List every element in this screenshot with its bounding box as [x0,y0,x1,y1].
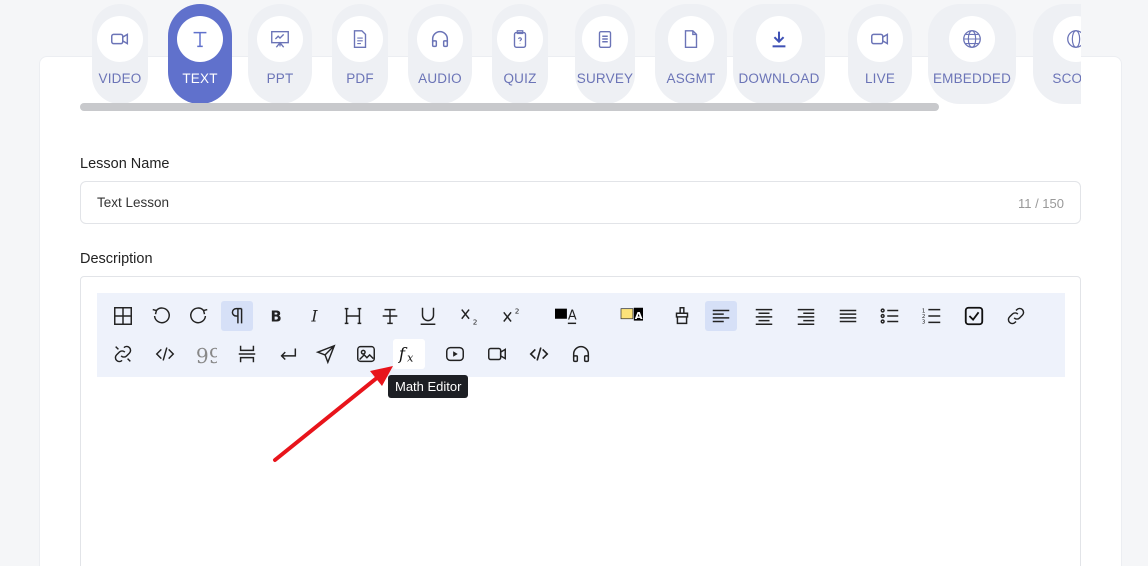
superscript-icon[interactable]: 2 [496,301,528,331]
lesson-type-label: QUIZ [503,71,537,86]
horizontal-scrollbar[interactable] [80,103,939,111]
youtube-icon[interactable] [439,339,471,369]
svg-text:I: I [310,308,318,326]
lesson-type-survey[interactable]: SURVEY [575,4,635,104]
numbered-list-icon[interactable]: 123 [916,301,948,331]
lesson-type-label: SURVEY [576,71,634,86]
strikethrough-icon[interactable] [374,301,406,331]
highlight-color-icon[interactable]: A [607,301,657,331]
line-break-icon[interactable] [272,339,304,369]
paragraph-icon[interactable] [221,301,253,331]
image-icon[interactable] [350,339,382,369]
align-justify-icon[interactable] [832,301,864,331]
bullet-list-icon[interactable] [874,301,906,331]
lesson-type-label: AUDIO [418,71,462,86]
lesson-type-label: TEXT [182,71,218,86]
character-counter: 11 / 150 [1017,196,1064,211]
survey-icon [582,16,628,62]
lesson-name-value: Text Lesson [97,195,170,210]
lesson-type-quiz[interactable]: QUIZ [492,4,548,104]
table-icon[interactable] [107,301,139,331]
page-break-icon[interactable] [231,339,263,369]
lesson-type-selector: VIDEO TEXT PPT PDF AUDIO QUIZ SURVEY ASGMT DOWNL… [80,0,1081,112]
headphones-icon [417,16,463,62]
align-left-icon[interactable] [705,301,737,331]
lesson-type-video[interactable]: VIDEO [92,4,148,104]
text-color-icon[interactable]: A [541,301,591,331]
math-editor-tooltip: Math Editor [388,375,469,398]
lesson-type-label: DOWNLOAD [738,71,820,86]
lesson-type-live[interactable]: LIVE [848,4,912,104]
lesson-type-label: LIVE [864,71,896,86]
unlink-icon[interactable] [107,339,139,369]
clear-format-brush-icon[interactable] [666,301,698,331]
svg-text:A: A [568,309,577,324]
live-camera-icon [857,16,903,62]
heading-icon[interactable] [337,301,369,331]
code-icon[interactable] [149,339,181,369]
blockquote-icon[interactable]: 99 [190,339,222,369]
video-icon [97,16,143,62]
align-center-icon[interactable] [748,301,780,331]
description-editor[interactable]: B I 2 2 A A 123 99 fx [80,276,1081,566]
italic-icon[interactable]: I [299,301,331,331]
redo-icon[interactable] [183,301,215,331]
description-label: Description [80,251,153,267]
document-icon [337,16,383,62]
presentation-icon [257,16,303,62]
bold-icon[interactable]: B [260,301,292,331]
undo-icon[interactable] [145,301,177,331]
video-embed-icon[interactable] [481,339,513,369]
send-icon[interactable] [310,339,342,369]
lesson-type-label: PPT [266,71,294,86]
checklist-icon[interactable] [958,301,990,331]
lesson-type-label: SCORM [1052,71,1081,86]
lesson-name-label: Lesson Name [80,156,170,172]
scorm-globe-icon [1053,16,1081,62]
svg-text:B: B [271,309,282,326]
lesson-type-embedded[interactable]: EMBEDDED [928,4,1016,104]
svg-text:2: 2 [473,317,478,326]
lesson-type-download[interactable]: DOWNLOAD [733,4,825,104]
lesson-name-input[interactable]: Text Lesson 11 / 150 [80,181,1081,224]
lesson-type-audio[interactable]: AUDIO [408,4,472,104]
lesson-type-pdf[interactable]: PDF [332,4,388,104]
globe-icon [949,16,995,62]
html-embed-icon[interactable] [523,339,555,369]
lesson-type-scorm[interactable]: SCORM [1033,4,1081,104]
svg-text:2: 2 [515,306,520,315]
text-icon [177,16,223,62]
audio-headphones-icon[interactable] [565,339,597,369]
lesson-type-label: ASGMT [666,71,716,86]
underline-icon[interactable] [412,301,444,331]
lesson-type-text[interactable]: TEXT [168,4,232,104]
download-icon [756,16,802,62]
lesson-type-label: PDF [346,71,374,86]
lesson-type-ppt[interactable]: PPT [248,4,312,104]
editor-toolbar: B I 2 2 A A 123 99 fx [97,293,1065,377]
math-editor-icon[interactable]: fx [393,339,425,369]
assignment-file-icon [668,16,714,62]
svg-text:99: 99 [196,344,217,365]
lesson-type-label: EMBEDDED [932,71,1012,86]
svg-text:3: 3 [922,319,926,325]
quiz-clipboard-icon [497,16,543,62]
link-icon[interactable] [1000,301,1032,331]
lesson-type-label: VIDEO [98,71,142,86]
svg-text:A: A [635,311,643,322]
align-right-icon[interactable] [790,301,822,331]
lesson-type-asgmt[interactable]: ASGMT [655,4,727,104]
subscript-icon[interactable]: 2 [454,301,486,331]
svg-text:x: x [407,351,414,364]
